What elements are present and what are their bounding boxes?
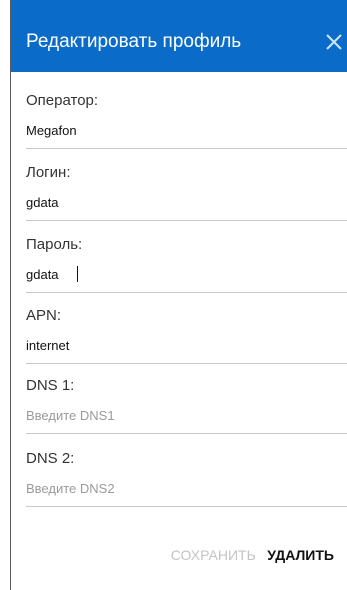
dns1-label: DNS 1: <box>26 377 75 394</box>
password-label: Пароль: <box>26 236 83 253</box>
apn-divider <box>26 363 347 364</box>
login-divider <box>26 220 347 221</box>
apn-input[interactable] <box>26 335 347 355</box>
apn-label: APN: <box>26 307 62 324</box>
password-divider <box>26 292 347 293</box>
login-label: Логин: <box>26 164 71 181</box>
operator-divider <box>26 148 347 149</box>
password-field-group: Пароль: <box>26 236 347 306</box>
apn-field-group: APN: <box>26 307 347 377</box>
dns2-input[interactable] <box>26 478 347 498</box>
operator-input[interactable] <box>26 120 347 140</box>
dns1-field-group: DNS 1: <box>26 377 347 447</box>
edit-profile-dialog: Редактировать профиль Оператор: Логин: П… <box>11 0 347 590</box>
save-button[interactable]: СОХРАНИТЬ <box>171 546 256 564</box>
close-icon <box>326 34 342 50</box>
dns1-input[interactable] <box>26 405 347 425</box>
dialog-header: Редактировать профиль <box>11 0 347 72</box>
text-cursor <box>77 266 78 282</box>
close-button[interactable] <box>321 28 347 56</box>
delete-button[interactable]: УДАЛИТЬ <box>267 546 334 564</box>
operator-label: Оператор: <box>26 92 99 109</box>
dns2-field-group: DNS 2: <box>26 450 347 520</box>
dns2-label: DNS 2: <box>26 450 75 467</box>
login-input[interactable] <box>26 192 347 212</box>
login-field-group: Логин: <box>26 164 347 234</box>
operator-field-group: Оператор: <box>26 92 347 162</box>
dns1-divider <box>26 433 347 434</box>
dialog-actions: СОХРАНИТЬ УДАЛИТЬ <box>171 546 334 565</box>
dns2-divider <box>26 506 347 507</box>
dialog-title: Редактировать профиль <box>26 31 242 52</box>
password-input[interactable] <box>26 264 347 284</box>
